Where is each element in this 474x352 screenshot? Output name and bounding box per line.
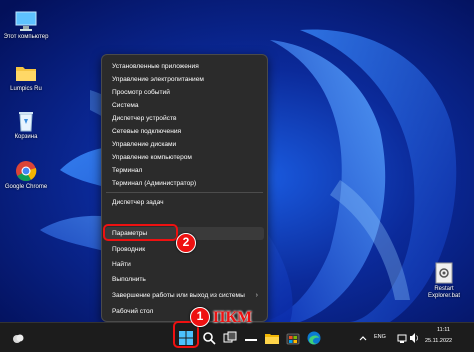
bat-file-icon	[435, 262, 453, 284]
menu-item-label: Диспетчер задач	[112, 199, 164, 206]
menu-item-system[interactable]: Система	[105, 99, 264, 112]
desktop-icon-chrome[interactable]: Google Chrome	[2, 160, 50, 191]
settings-highlight-ring	[103, 224, 178, 241]
computer-icon	[15, 11, 37, 31]
menu-item-label: Система	[112, 102, 139, 109]
desktop-icon-recycle-bin[interactable]: Корзина	[2, 110, 50, 141]
task-view-icon[interactable]	[222, 330, 238, 346]
clock-date[interactable]: 25.11.2022	[425, 338, 452, 344]
right-click-caption: ПКМ	[213, 309, 253, 326]
menu-item-label: Сетевые подключения	[112, 128, 182, 135]
step-badge-1: 1	[190, 307, 210, 327]
menu-item-label: Завершение работы или выход из системы	[112, 292, 245, 299]
edge-icon[interactable]	[306, 330, 322, 346]
desktop-icon-label: Корзина	[14, 134, 38, 140]
desktop-icon-label: Этот компьютер	[3, 34, 49, 40]
folder-icon	[16, 67, 36, 81]
step-badge-2: 2	[176, 233, 196, 253]
desktop-icon-this-pc[interactable]: Этот компьютер	[2, 10, 50, 41]
menu-item-label: Рабочий стол	[112, 308, 154, 315]
language-indicator[interactable]: ENG	[374, 334, 386, 340]
clock-time[interactable]: 11:11	[437, 327, 450, 333]
chrome-icon	[16, 161, 37, 182]
search-icon[interactable]	[201, 330, 217, 346]
menu-item-label: Проводник	[112, 246, 146, 253]
desktop-icon-label: Google Chrome	[4, 184, 48, 190]
menu-separator	[106, 192, 263, 193]
desktop-icon-label: Restart Explorer.bat	[427, 286, 461, 299]
menu-item-run[interactable]: Выполнить	[105, 273, 264, 286]
menu-item-device-manager[interactable]: Диспетчер устройств	[105, 112, 264, 125]
volume-icon[interactable]	[409, 330, 419, 346]
menu-item-shutdown-signout[interactable]: Завершение работы или выход из системы ›	[105, 289, 264, 302]
menu-item-label: Найти	[112, 261, 131, 268]
desktop-icon-lumpics[interactable]: Lumpics Ru	[2, 62, 50, 93]
network-icon[interactable]	[397, 330, 407, 346]
menu-item-label: Управление электропитанием	[112, 76, 204, 83]
menu-item-label: Терминал	[112, 167, 143, 174]
menu-item-label: Выполнить	[112, 276, 146, 283]
menu-item-label: Терминал (Администратор)	[112, 180, 197, 187]
menu-item-label: Диспетчер устройств	[112, 115, 177, 122]
chevron-up-icon[interactable]	[358, 330, 368, 346]
menu-item-label: Установленные приложения	[112, 63, 199, 70]
menu-item-computer-management[interactable]: Управление компьютером	[105, 151, 264, 164]
start-context-menu: Установленные приложения Управление элек…	[101, 54, 268, 322]
menu-item-task-manager[interactable]: Диспетчер задач	[105, 196, 264, 209]
menu-item-event-viewer[interactable]: Просмотр событий	[105, 86, 264, 99]
desktop-icon-restart-explorer[interactable]: Restart Explorer.bat	[420, 262, 468, 300]
desktop: Этот компьютер Lumpics Ru Корзина Google…	[0, 0, 474, 322]
menu-item-terminal-admin[interactable]: Терминал (Администратор)	[105, 177, 264, 190]
menu-item-label: Управление компьютером	[112, 154, 192, 161]
menu-item-label: Управление дисками	[112, 141, 177, 148]
menu-item-label: Просмотр событий	[112, 89, 170, 96]
menu-item-power-options[interactable]: Управление электропитанием	[105, 73, 264, 86]
menu-item-search[interactable]: Найти	[105, 258, 264, 271]
menu-item-network-connections[interactable]: Сетевые подключения	[105, 125, 264, 138]
explorer-icon[interactable]	[264, 330, 280, 346]
start-icon[interactable]	[178, 330, 194, 346]
widgets-icon[interactable]	[243, 330, 259, 346]
weather-icon[interactable]	[10, 330, 26, 346]
chevron-right-icon: ›	[255, 292, 258, 299]
store-icon[interactable]	[285, 330, 301, 346]
menu-item-terminal[interactable]: Терминал	[105, 164, 264, 177]
recycle-bin-icon	[19, 112, 33, 132]
menu-item-disk-management[interactable]: Управление дисками	[105, 138, 264, 151]
menu-item-installed-apps[interactable]: Установленные приложения	[105, 60, 264, 73]
desktop-icon-label: Lumpics Ru	[10, 86, 42, 92]
